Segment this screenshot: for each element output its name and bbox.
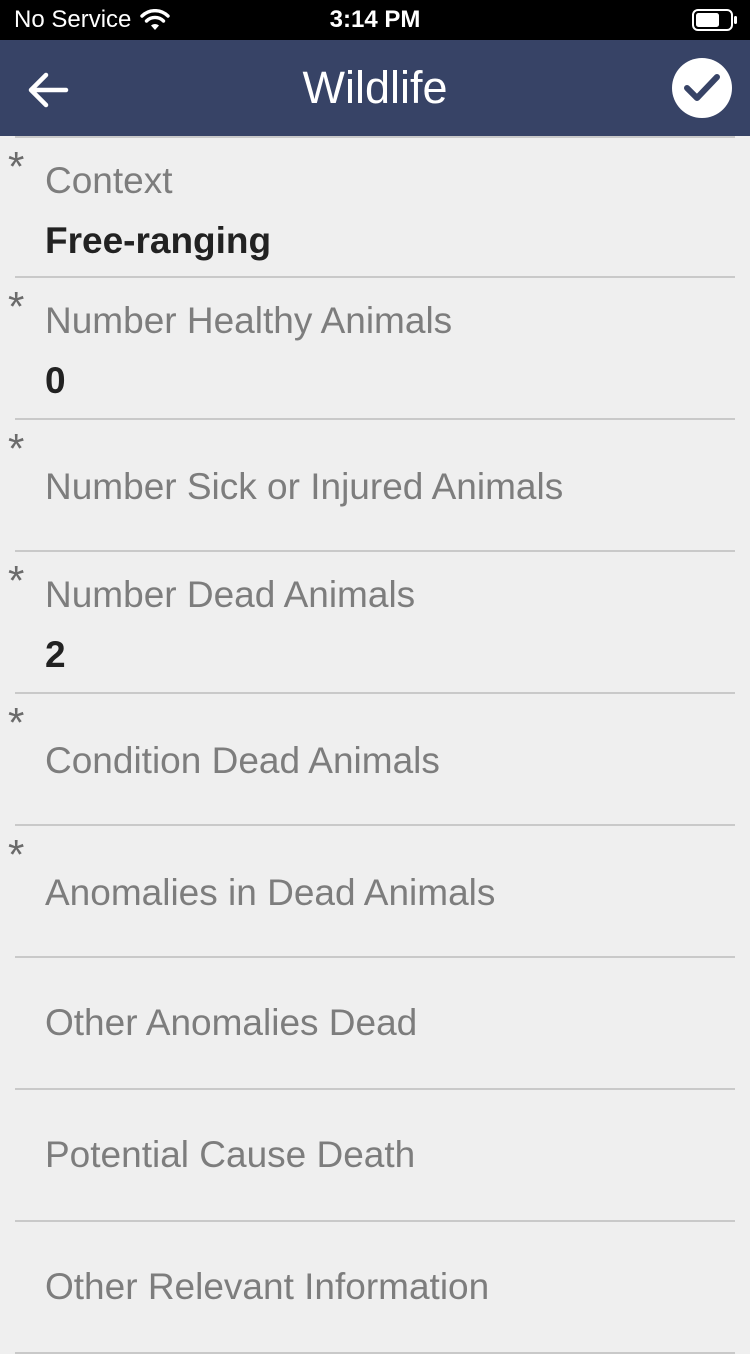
required-marker: * [8, 425, 25, 472]
field-label: Condition Dead Animals [45, 740, 440, 781]
field-label: Other Anomalies Dead [45, 1002, 418, 1043]
status-bar: No Service 3:14 PM [0, 0, 750, 40]
field-number-sick-or-injured-animals[interactable]: * Number Sick or Injured Animals [8, 420, 735, 552]
field-label: Number Dead Animals [45, 574, 416, 615]
required-marker: * [8, 831, 25, 878]
field-label: Anomalies in Dead Animals [45, 872, 496, 913]
required-marker: * [8, 557, 25, 604]
nav-bar: Wildlife [0, 40, 750, 136]
field-label: Potential Cause Death [45, 1134, 416, 1175]
field-other-relevant-information[interactable]: Other Relevant Information [15, 1222, 735, 1354]
field-other-anomalies-dead[interactable]: Other Anomalies Dead [15, 958, 735, 1090]
field-label: Number Sick or Injured Animals [45, 466, 564, 507]
confirm-button[interactable] [672, 58, 732, 118]
battery-icon [692, 9, 738, 31]
required-marker: * [8, 283, 25, 330]
field-anomalies-in-dead-animals[interactable]: * Anomalies in Dead Animals [8, 826, 735, 958]
field-context[interactable]: * Context Free-ranging [8, 136, 735, 278]
field-number-healthy-animals[interactable]: * Number Healthy Animals 0 [8, 278, 735, 420]
field-value: 2 [45, 634, 66, 675]
status-time: 3:14 PM [329, 6, 421, 33]
field-number-dead-animals[interactable]: * Number Dead Animals 2 [8, 552, 735, 694]
wildlife-form: * Context Free-ranging * Number Healthy … [0, 136, 750, 1354]
required-marker: * [8, 699, 25, 746]
checkmark-icon [684, 74, 720, 101]
field-condition-dead-animals[interactable]: * Condition Dead Animals [8, 694, 735, 826]
field-potential-cause-death[interactable]: Potential Cause Death [15, 1090, 735, 1222]
field-label: Number Healthy Animals [45, 300, 453, 341]
required-marker: * [8, 143, 25, 190]
field-value: 0 [45, 360, 66, 401]
field-value: Free-ranging [45, 220, 272, 261]
field-label: Other Relevant Information [45, 1266, 490, 1307]
page-title: Wildlife [302, 62, 448, 113]
field-label: Context [45, 160, 173, 201]
